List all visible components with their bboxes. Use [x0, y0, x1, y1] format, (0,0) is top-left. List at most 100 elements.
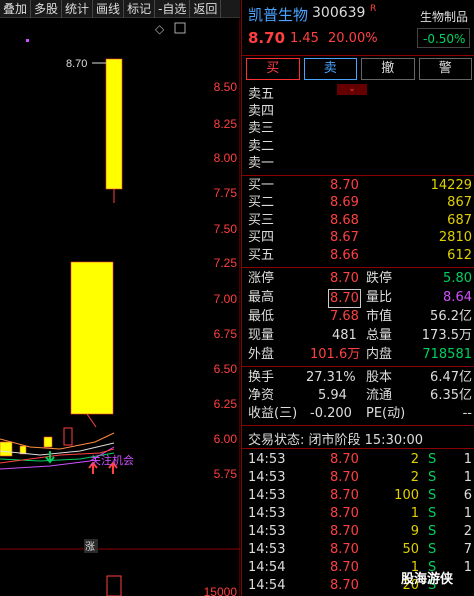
toolbar-remove-watchlist-button[interactable]: -自选: [155, 0, 191, 18]
tick-side: S: [428, 470, 437, 485]
chart-toolbar: 叠加 多股 统计 画线 标记 -自选 返回: [0, 0, 240, 18]
alert-button[interactable]: 警: [418, 58, 472, 80]
limit-up-value: 8.70: [330, 271, 359, 286]
tick-row[interactable]: 14:53 8.70 2 S 1: [248, 469, 472, 486]
toolbar-draw-line-button[interactable]: 画线: [93, 0, 125, 18]
inner-volume-label: 内盘: [366, 347, 393, 362]
tick-price: 8.70: [330, 470, 359, 485]
tick-time: 14:53: [248, 470, 286, 485]
high-marker-label: 8.70: [66, 58, 87, 70]
volume-ratio-label: 量比: [366, 290, 393, 305]
toolbar-back-button[interactable]: 返回: [190, 0, 222, 18]
divider: [242, 55, 474, 56]
bid-row-4[interactable]: 买四 8.67 2810: [248, 229, 472, 246]
buy-button[interactable]: 买: [246, 58, 300, 80]
chart-canvas[interactable]: 8.50 8.25 8.00 7.75 7.50 7.25 7.00 6.75 …: [0, 19, 240, 596]
bid-price: 8.70: [330, 178, 359, 193]
current-volume-label: 现量: [248, 328, 275, 343]
tick-row[interactable]: 14:53 8.70 50 S 7: [248, 541, 472, 558]
toolbar-mark-button[interactable]: 标记: [124, 0, 156, 18]
price-tick: 6.50: [214, 362, 238, 376]
tick-row[interactable]: 14:53 8.70 2 S 1: [248, 451, 472, 468]
bid-volume: 2810: [438, 230, 472, 245]
high-label: 最高: [248, 290, 275, 305]
tick-price: 8.70: [330, 560, 359, 575]
pe-label: PE(动): [366, 406, 406, 421]
toolbar-stats-button[interactable]: 统计: [62, 0, 94, 18]
bid-row-2[interactable]: 买二 8.69 867: [248, 194, 472, 211]
price-tick: 7.75: [214, 186, 238, 200]
limit-down-label: 跌停: [366, 271, 393, 286]
limit-up-badge-label: 涨: [85, 541, 95, 553]
diamond-icon[interactable]: ◇: [155, 22, 165, 36]
ask-row-1[interactable]: 卖一: [248, 155, 472, 172]
tick-count: 6: [463, 488, 472, 503]
inner-volume-value: 718581: [422, 347, 472, 362]
market-cap-label: 市值: [366, 309, 393, 324]
bid-row-3[interactable]: 买三 8.68 687: [248, 212, 472, 229]
watermark: 股海游侠: [401, 572, 454, 587]
price-tick: 8.00: [214, 151, 238, 165]
tick-row[interactable]: 14:53 8.70 9 S 2: [248, 523, 472, 540]
candle-small[interactable]: [43, 436, 53, 448]
bid-label: 买五: [248, 248, 275, 263]
trade-buttons: 买 卖 撤 警: [246, 58, 472, 80]
net-assets-label: 净资: [248, 388, 275, 403]
price-tick: 7.25: [214, 256, 238, 270]
stats-row-volume: 现量 481 总量 173.5万: [248, 327, 472, 344]
eps-value: -0.200: [310, 406, 352, 421]
expand-icon[interactable]: [174, 22, 186, 34]
bid-row-1[interactable]: 买一 8.70 14229: [248, 177, 472, 194]
candle-prev[interactable]: [70, 261, 114, 415]
ask-row-3[interactable]: 卖三: [248, 120, 472, 137]
sell-button[interactable]: 卖: [303, 58, 357, 80]
price-change: 1.45: [290, 31, 319, 46]
price-tick: 8.25: [214, 117, 238, 131]
marker-dot: [26, 39, 29, 42]
ask-row-5[interactable]: 卖五: [248, 86, 472, 103]
tick-side: S: [428, 542, 437, 557]
divider: [242, 425, 474, 426]
toolbar-overlay-button[interactable]: 叠加: [0, 0, 32, 18]
tick-row[interactable]: 14:53 8.70 1 S 1: [248, 505, 472, 522]
outer-volume-label: 外盘: [248, 347, 275, 362]
tick-price: 8.70: [330, 452, 359, 467]
ask-row-2[interactable]: 卖二: [248, 138, 472, 155]
tick-time: 14:53: [248, 524, 286, 539]
divider: [242, 175, 474, 176]
bid-row-5[interactable]: 买五 8.66 612: [248, 247, 472, 264]
candlestick-chart[interactable]: 8.50 8.25 8.00 7.75 7.50 7.25 7.00 6.75 …: [0, 19, 240, 596]
candle-small[interactable]: [0, 441, 13, 457]
tick-side: S: [428, 506, 437, 521]
ask-row-4[interactable]: 卖四: [248, 103, 472, 120]
candle-latest[interactable]: [105, 58, 123, 190]
cancel-order-button[interactable]: 撤: [361, 58, 415, 80]
tick-volume: 100: [394, 488, 419, 503]
price-change-percent: 20.00%: [328, 31, 378, 46]
tick-price: 8.70: [330, 506, 359, 521]
candle-small[interactable]: [63, 427, 73, 446]
tick-row[interactable]: 14:53 8.70 100 S 6: [248, 487, 472, 504]
tick-time: 14:53: [248, 542, 286, 557]
stock-name[interactable]: 凯普生物: [248, 4, 308, 25]
pe-value: --: [462, 406, 472, 421]
stock-code: 300639: [312, 5, 366, 21]
quote-header: 凯普生物 300639 R 生物制品 8.70 1.45 20.00% -0.5…: [242, 0, 474, 55]
bid-label: 买二: [248, 195, 275, 210]
divider: [242, 267, 474, 268]
market-cap-value: 56.2亿: [430, 309, 472, 324]
total-volume-value: 173.5万: [421, 328, 472, 343]
tick-price: 8.70: [330, 542, 359, 557]
stats-row-limits: 涨停 8.70 跌停 5.80: [248, 270, 472, 287]
sector-change-percent: -0.50%: [423, 32, 466, 46]
toolbar-multi-stock-button[interactable]: 多股: [31, 0, 63, 18]
sector-name[interactable]: 生物制品: [420, 8, 468, 25]
low-label: 最低: [248, 309, 275, 324]
volume-bar: [106, 575, 122, 596]
ask-label: 卖四: [248, 104, 275, 119]
bid-price: 8.67: [330, 230, 359, 245]
eps-label: 收益(三): [248, 406, 298, 421]
tick-volume: 2: [410, 452, 419, 467]
volume-tick: 15000: [204, 585, 238, 596]
price-tick: 8.50: [214, 80, 238, 94]
